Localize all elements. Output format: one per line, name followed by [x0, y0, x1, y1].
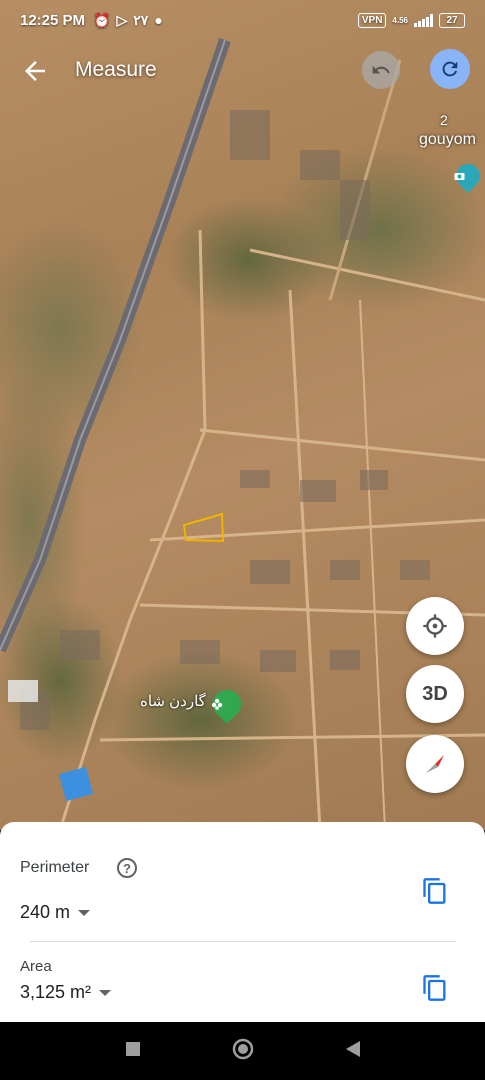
my-location-icon — [423, 614, 447, 638]
compass-button[interactable] — [406, 735, 464, 793]
status-extra-text: ٢٧ — [133, 11, 149, 28]
signal-icon — [414, 13, 433, 27]
top-bar: Measure — [0, 48, 485, 94]
area-value: 3,125 m² — [20, 982, 92, 1002]
system-nav-bar — [0, 1022, 485, 1080]
battery-indicator: 27 — [439, 12, 465, 28]
copy-icon — [423, 975, 446, 1001]
perimeter-unit-dropdown[interactable]: 240 m — [20, 902, 91, 923]
compass-icon — [426, 755, 444, 773]
play-icon: ▷ — [116, 11, 128, 28]
nav-back-triangle-icon[interactable] — [345, 1040, 361, 1063]
redo-icon — [442, 61, 458, 77]
home-circle-icon[interactable] — [231, 1037, 255, 1066]
dropdown-caret-icon — [78, 909, 91, 916]
copy-area-button[interactable] — [421, 974, 449, 1002]
area-unit-dropdown[interactable]: 3,125 m² — [20, 982, 112, 1003]
redo-button[interactable] — [430, 49, 470, 89]
alarm-icon: ⏰ — [93, 11, 111, 28]
status-time: 12:25 PM — [20, 11, 86, 29]
undo-button[interactable] — [362, 51, 400, 89]
measurement-sheet: Perimeter ? 240 m Area 3,125 m² — [0, 822, 485, 1022]
three-d-button[interactable]: 3D — [406, 665, 464, 723]
perimeter-label: Perimeter — [20, 859, 90, 876]
poi-number: 2 — [440, 112, 448, 128]
garden-label[interactable]: گاردن شاه — [140, 692, 206, 710]
undo-icon — [372, 65, 390, 74]
divider — [30, 941, 456, 942]
recents-square-icon[interactable] — [125, 1041, 141, 1062]
dropdown-caret-icon — [99, 989, 112, 996]
area-label: Area — [20, 958, 52, 975]
copy-perimeter-button[interactable] — [421, 877, 449, 905]
perimeter-value: 240 m — [20, 902, 71, 922]
poi-label-gouyom[interactable]: gouyom — [419, 131, 476, 149]
copy-icon — [423, 878, 446, 904]
network-speed: 4.56 — [392, 15, 408, 25]
help-icon[interactable]: ? — [117, 858, 137, 878]
page-title: Measure — [75, 58, 157, 81]
vpn-badge: VPN — [357, 12, 387, 28]
app-notification-icon: ● — [154, 12, 163, 28]
status-bar: 12:25 PM ⏰ ▷ ٢٧ ● VPN 4.56 27 — [0, 0, 485, 40]
back-arrow-icon[interactable] — [20, 56, 50, 86]
my-location-button[interactable] — [406, 597, 464, 655]
